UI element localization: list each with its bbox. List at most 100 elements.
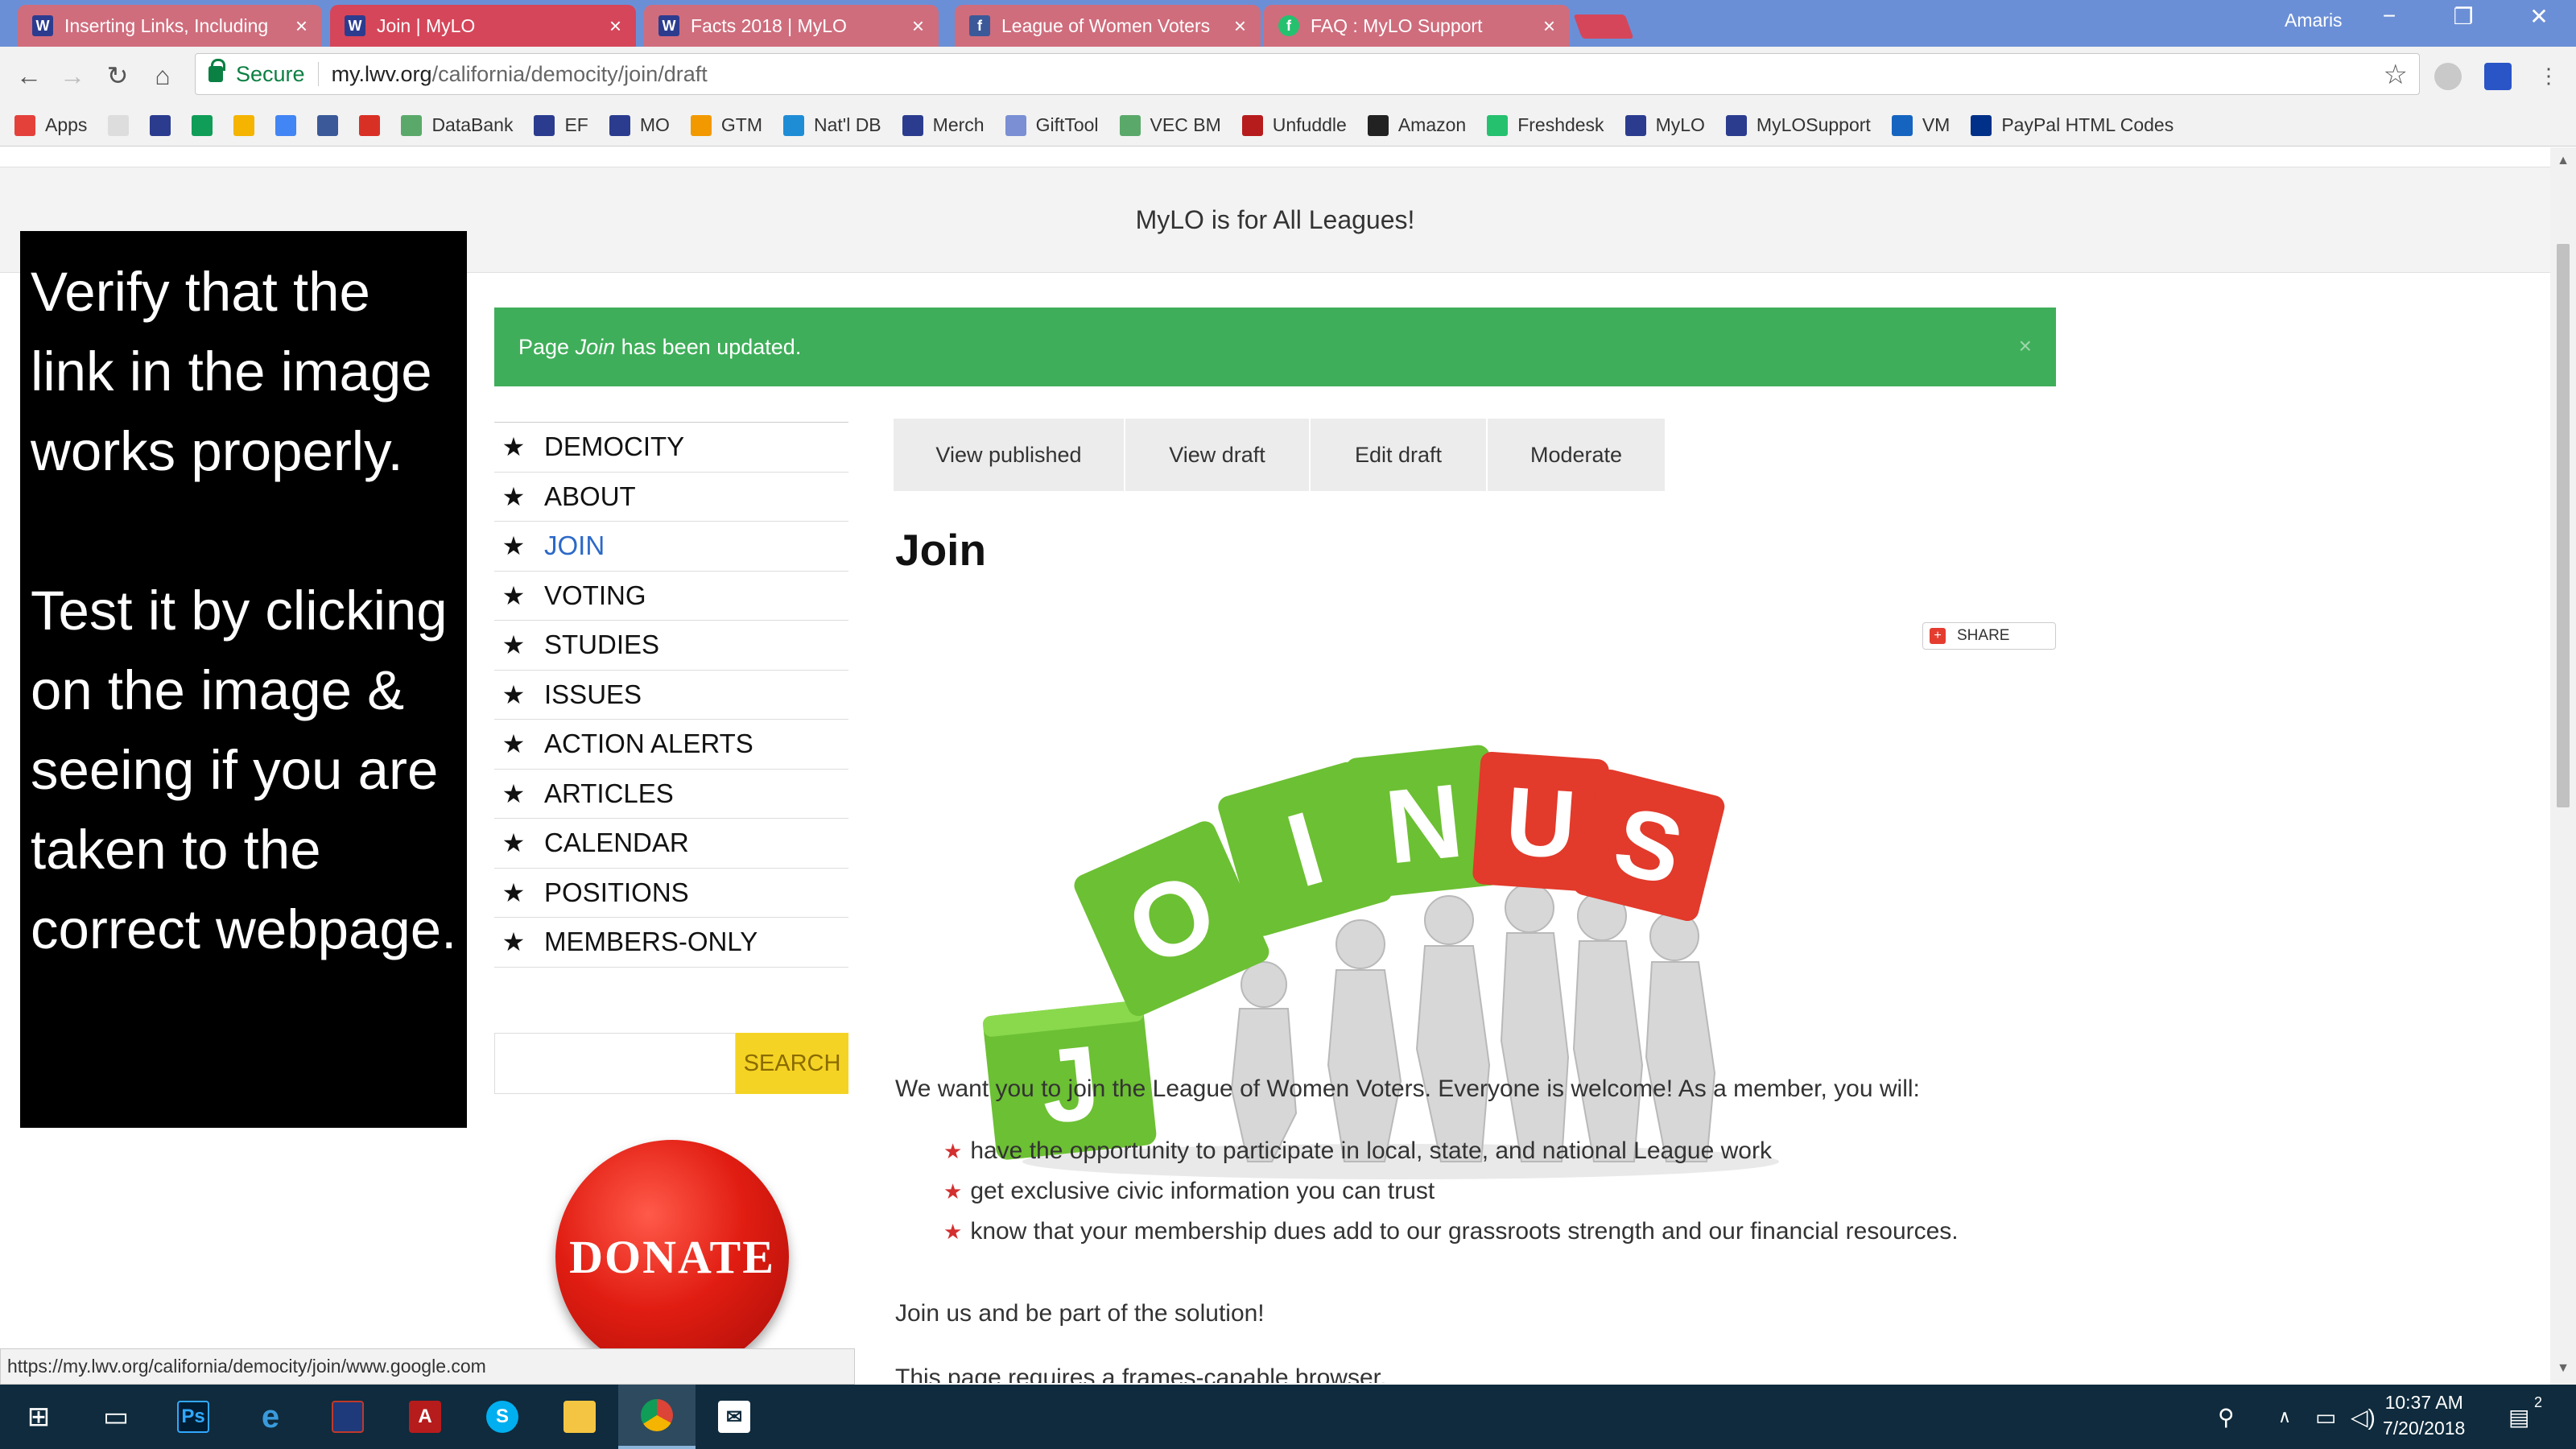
acrobat-icon[interactable]: A	[386, 1385, 464, 1449]
home-icon[interactable]: ⌂	[145, 58, 180, 93]
star-icon: ★	[502, 679, 526, 709]
task-view-icon[interactable]: ▭	[77, 1385, 155, 1449]
bookmark-item[interactable]: VEC BM	[1119, 114, 1221, 136]
bookmark-extension-icon[interactable]	[2484, 63, 2512, 90]
bookmark-item[interactable]	[233, 114, 255, 136]
list-item-text: have the opportunity to participate in l…	[970, 1137, 1772, 1164]
scroll-thumb[interactable]	[2557, 244, 2570, 807]
bookmark-item[interactable]: DataBank	[401, 114, 513, 136]
back-arrow-icon[interactable]: ←	[11, 58, 47, 93]
sheets-icon	[192, 114, 213, 136]
bookmark-item[interactable]: MyLO	[1624, 114, 1705, 136]
bookmark-item[interactable]: Merch	[902, 114, 985, 136]
list-item-text: know that your membership dues add to ou…	[970, 1218, 1959, 1245]
nav-item-about[interactable]: ★ ABOUT	[494, 473, 848, 522]
nav-item-join[interactable]: ★ JOIN	[494, 522, 848, 572]
bookmark-item[interactable]	[150, 114, 171, 136]
star-icon: ★	[502, 778, 526, 808]
page-scrollbar[interactable]: ▲ ▼	[2550, 147, 2576, 1385]
window-close-icon[interactable]: ✕	[2515, 3, 2563, 30]
app-icon[interactable]	[309, 1385, 386, 1449]
nav-item-calendar[interactable]: ★ CALENDAR	[494, 819, 848, 869]
bookmark-item[interactable]	[317, 114, 339, 136]
browser-tab[interactable]: f League of Women Voters ×	[955, 5, 1261, 47]
skype-icon[interactable]: S	[464, 1385, 541, 1449]
forward-arrow-icon[interactable]: →	[55, 58, 90, 93]
bookmark-item[interactable]	[192, 114, 213, 136]
nav-item-issues[interactable]: ★ ISSUES	[494, 671, 848, 720]
scroll-down-icon[interactable]: ▼	[2550, 1361, 2576, 1376]
bookmark-item[interactable]: Amazon	[1367, 114, 1466, 136]
profile-name[interactable]: Amaris	[2285, 10, 2343, 31]
amazon-icon	[1367, 114, 1389, 136]
notifications-icon[interactable]: ▤	[2508, 1385, 2529, 1449]
photoshop-icon[interactable]: Ps	[155, 1385, 232, 1449]
donate-button[interactable]: DONATE	[555, 1140, 789, 1373]
nav-item-members-only[interactable]: ★ MEMBERS-ONLY	[494, 918, 848, 968]
nav-item-positions[interactable]: ★ POSITIONS	[494, 869, 848, 918]
close-icon[interactable]: ×	[609, 14, 621, 39]
network-icon[interactable]: ▭	[2315, 1385, 2336, 1449]
bookmark-item[interactable]: GTM	[690, 114, 762, 136]
bookmark-item[interactable]: Nat'l DB	[783, 114, 881, 136]
nav-item-action-alerts[interactable]: ★ ACTION ALERTS	[494, 720, 848, 770]
bookmark-item[interactable]: GiftTool	[1005, 114, 1099, 136]
tab-view-draft[interactable]: View draft	[1125, 419, 1311, 491]
close-icon[interactable]: ×	[295, 14, 308, 39]
edge-icon[interactable]: e	[232, 1385, 309, 1449]
reload-icon[interactable]: ↻	[100, 58, 135, 93]
nav-item-articles[interactable]: ★ ARTICLES	[494, 770, 848, 819]
browser-tab[interactable]: f FAQ : MyLO Support ×	[1264, 5, 1570, 47]
cloud-icon	[783, 114, 805, 136]
browser-tab[interactable]: W Inserting Links, Including ×	[18, 5, 322, 47]
close-icon[interactable]: ×	[912, 14, 924, 39]
menu-dots-icon[interactable]: ⋮	[2531, 58, 2566, 93]
chrome-icon[interactable]	[618, 1385, 696, 1449]
join-us-image[interactable]: J O I N U S	[966, 743, 1819, 1194]
browser-tab[interactable]: W Facts 2018 | MyLO ×	[644, 5, 939, 47]
bookmark-item[interactable]: Apps	[14, 114, 87, 136]
bookmark-item[interactable]: Unfuddle	[1241, 114, 1347, 136]
bookmark-item[interactable]	[108, 114, 130, 136]
bookmark-item[interactable]: MO	[609, 114, 670, 136]
extension-icon[interactable]	[2434, 63, 2462, 90]
nav-item-studies[interactable]: ★ STUDIES	[494, 621, 848, 671]
restore-icon[interactable]: ❐	[2439, 3, 2487, 30]
tab-view-published[interactable]: View published	[894, 419, 1125, 491]
chevron-up-icon[interactable]: ∧	[2278, 1385, 2291, 1449]
bookmark-star-icon[interactable]: ☆	[2384, 59, 2408, 91]
bookmark-item[interactable]: EF	[534, 114, 588, 136]
file-explorer-icon[interactable]	[541, 1385, 618, 1449]
search-button[interactable]: SEARCH	[736, 1033, 848, 1094]
nav-item-democity[interactable]: ★ DEMOCITY	[494, 423, 848, 473]
close-icon[interactable]: ×	[1543, 14, 1555, 39]
bookmark-label: DataBank	[431, 114, 514, 135]
bookmark-item[interactable]	[359, 114, 381, 136]
bookmark-item[interactable]: Freshdesk	[1487, 114, 1604, 136]
mail-icon[interactable]: ✉	[696, 1385, 773, 1449]
share-button[interactable]: + SHARE	[1922, 622, 2056, 650]
alert-close-icon[interactable]: ×	[2019, 333, 2032, 359]
bookmark-item[interactable]	[275, 114, 297, 136]
scroll-up-icon[interactable]: ▲	[2550, 154, 2576, 168]
search-input[interactable]	[494, 1033, 736, 1094]
volume-icon[interactable]: ◁)	[2351, 1385, 2376, 1449]
tab-title: Join | MyLO	[377, 14, 476, 36]
windows-start-icon[interactable]: ⊞	[0, 1385, 77, 1449]
minimize-icon[interactable]: −	[2365, 3, 2413, 29]
new-tab-button[interactable]	[1573, 14, 1634, 39]
bookmark-item[interactable]: MyLOSupport	[1725, 114, 1871, 136]
tab-edit-draft[interactable]: Edit draft	[1311, 419, 1488, 491]
bookmark-item[interactable]: PayPal HTML Codes	[1971, 114, 2174, 136]
divider	[317, 62, 319, 86]
address-bar[interactable]: Secure my.lwv.org /california/democity/j…	[195, 53, 2420, 95]
tab-moderate[interactable]: Moderate	[1488, 419, 1666, 491]
close-icon[interactable]: ×	[1234, 14, 1246, 39]
nav-item-label: POSITIONS	[544, 877, 689, 907]
browser-tab-active[interactable]: W Join | MyLO ×	[330, 5, 636, 47]
system-clock[interactable]: 10:37 AM 7/20/2018	[2383, 1389, 2465, 1441]
people-icon[interactable]: ⚲	[2218, 1385, 2235, 1449]
bookmark-item[interactable]: VM	[1891, 114, 1950, 136]
nav-item-voting[interactable]: ★ VOTING	[494, 572, 848, 621]
tab-title: Inserting Links, Including	[64, 14, 269, 36]
